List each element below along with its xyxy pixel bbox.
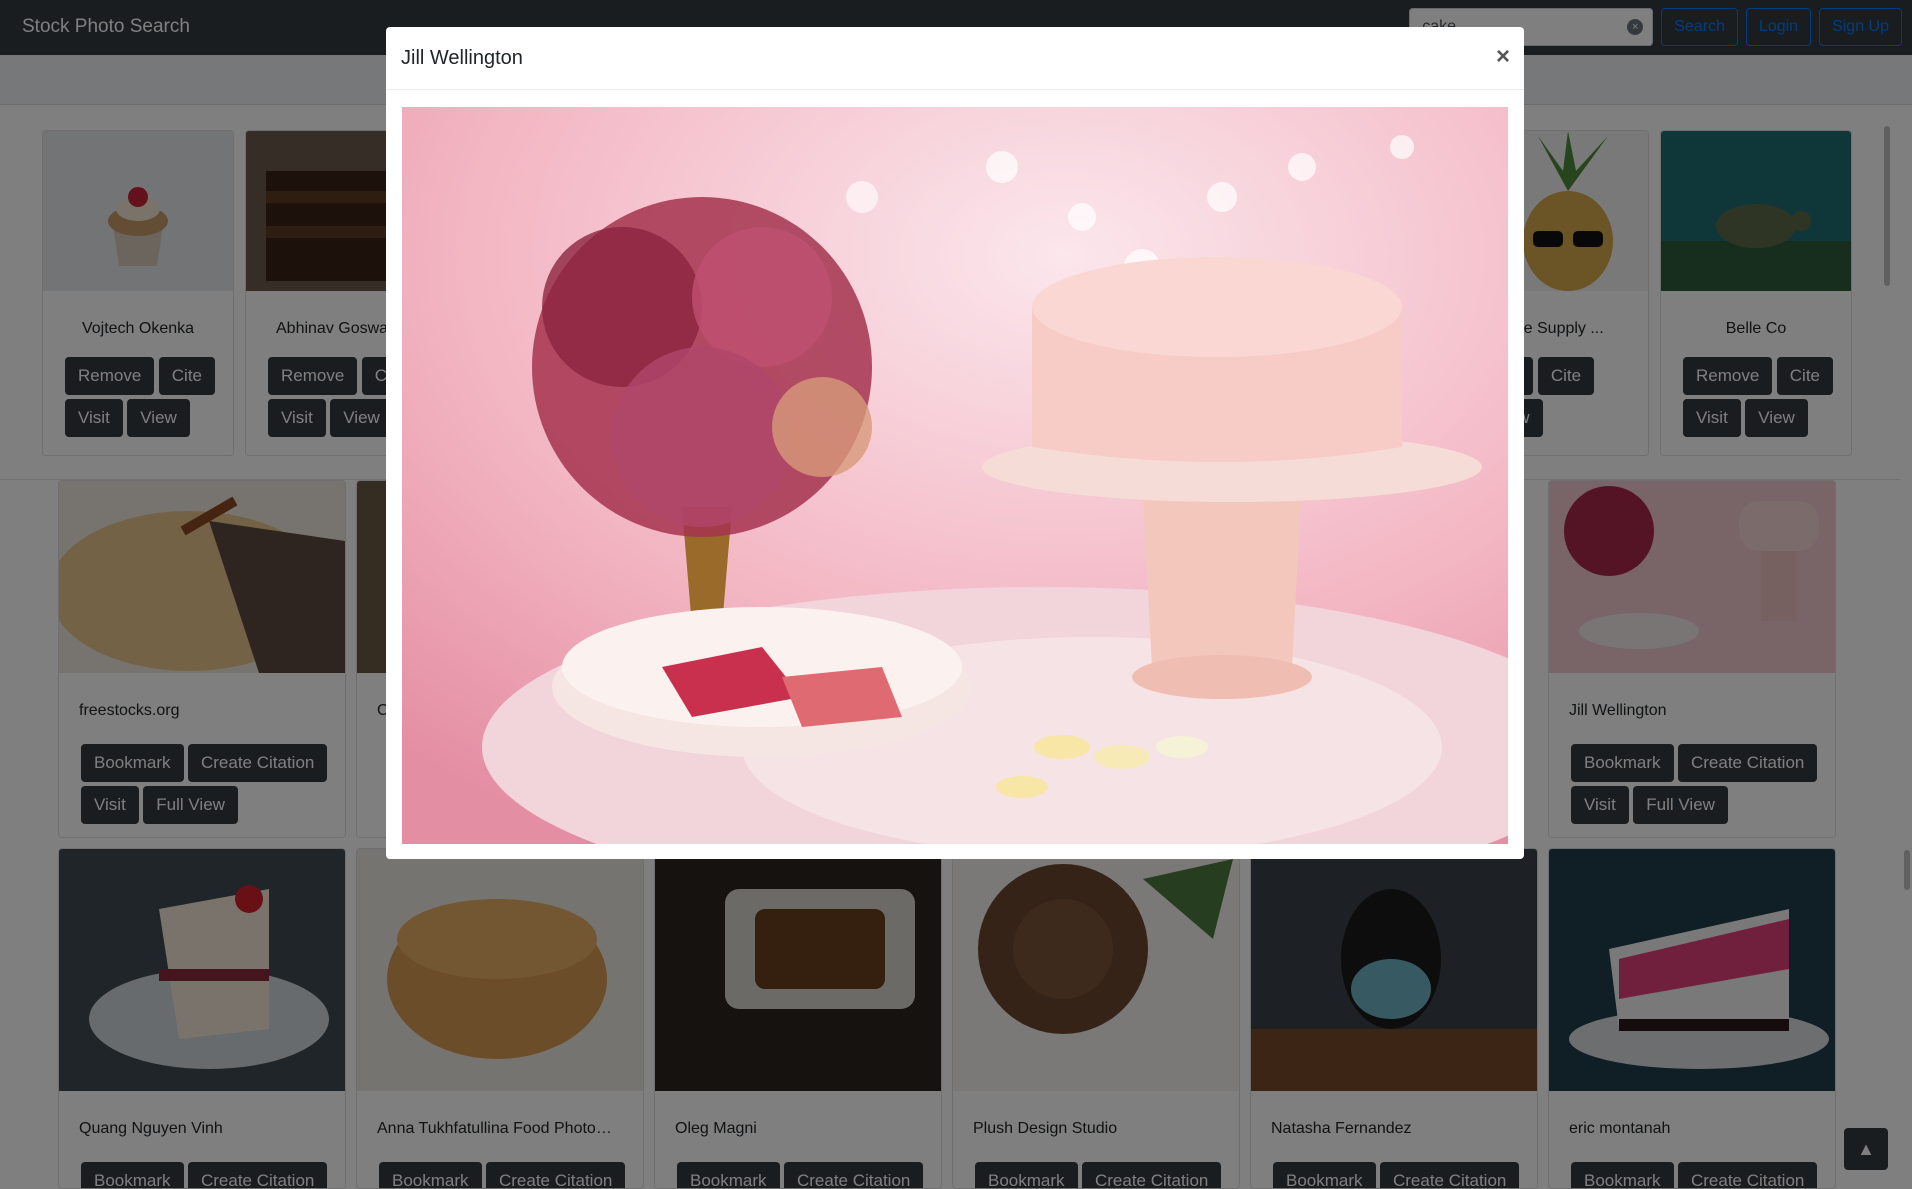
- modal-header: Jill Wellington ×: [386, 27, 1524, 90]
- close-icon[interactable]: ×: [1496, 43, 1510, 71]
- image-modal: Jill Wellington ×: [386, 27, 1524, 859]
- modal-photo: [402, 107, 1508, 844]
- modal-title: Jill Wellington: [401, 47, 523, 69]
